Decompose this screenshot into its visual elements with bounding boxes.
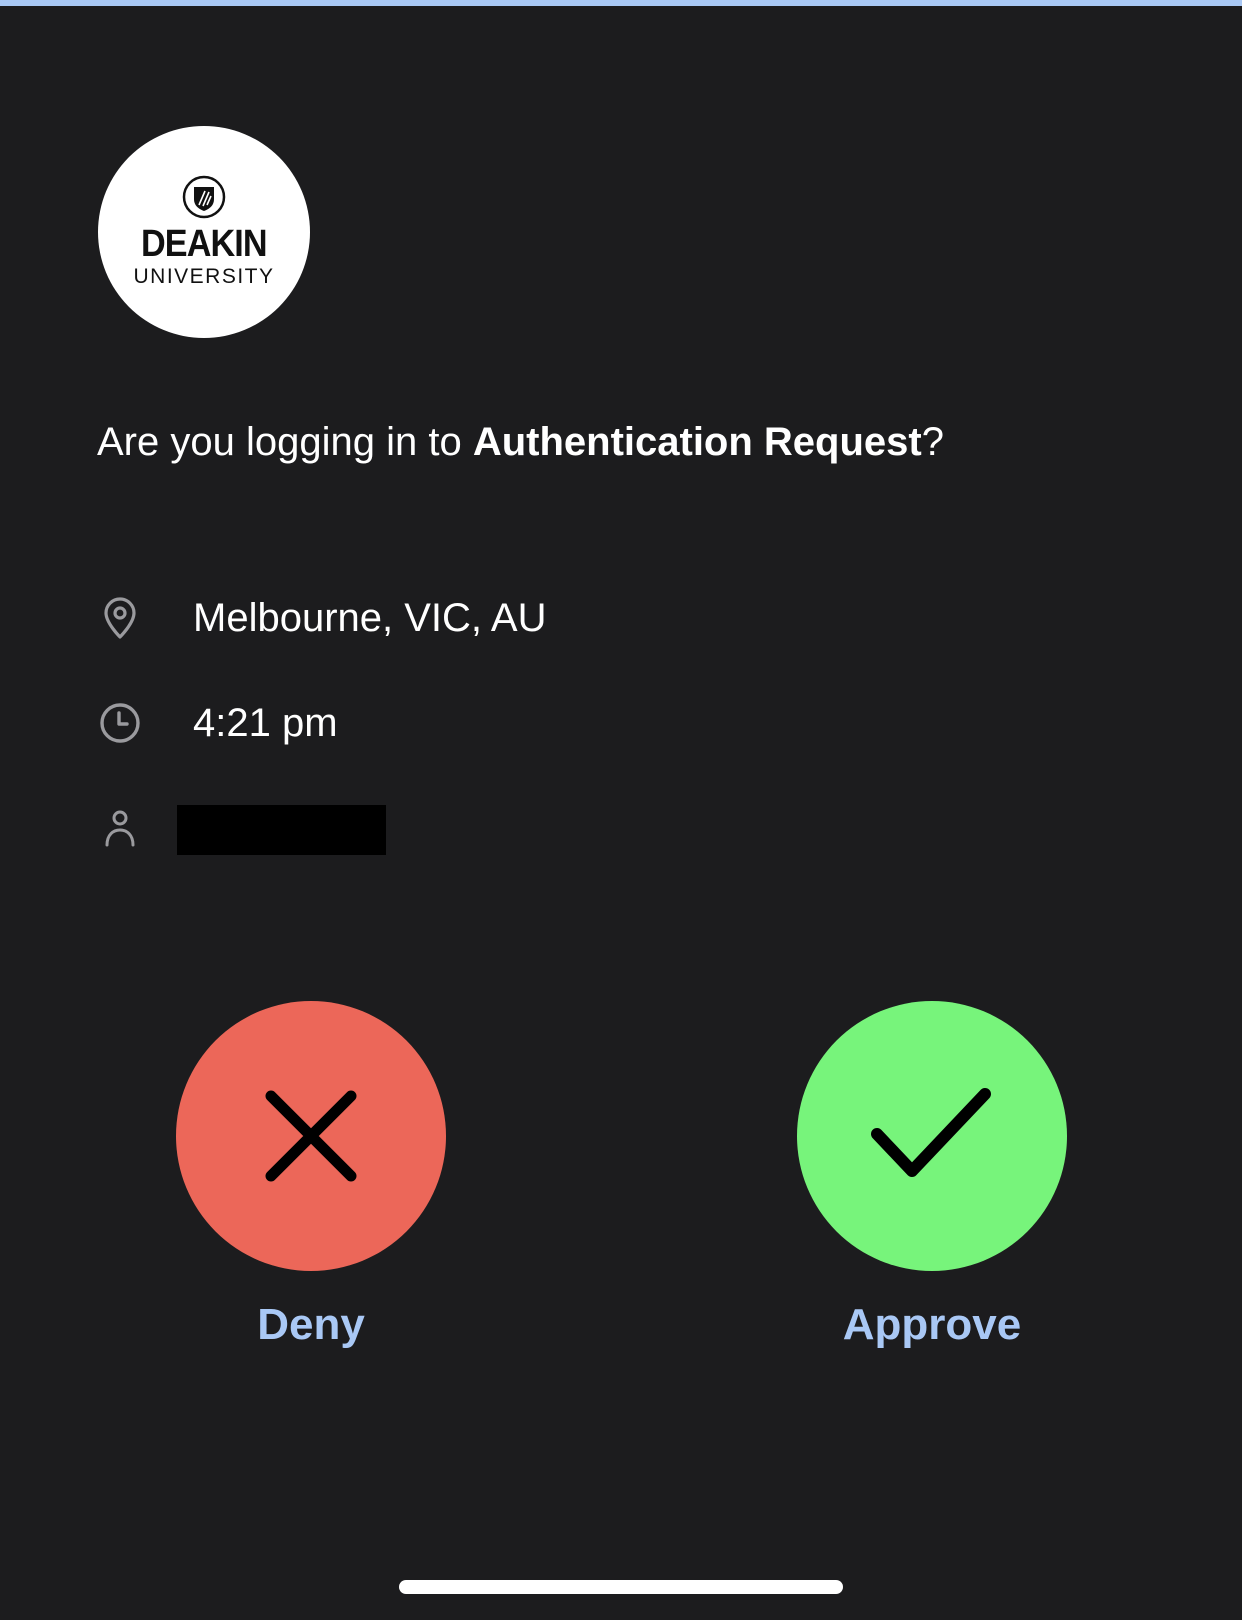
time-row: 4:21 pm [97, 693, 338, 753]
logo-name: DEAKIN [141, 223, 268, 265]
question-suffix: ? [921, 420, 944, 464]
deny-button[interactable]: Deny [176, 1001, 446, 1353]
auth-request-screen: DEAKIN UNIVERSITY Are you logging in to … [0, 0, 1242, 1620]
login-question: Are you logging in to Authentication Req… [97, 412, 944, 472]
time-text: 4:21 pm [193, 700, 338, 745]
approve-circle[interactable] [797, 1001, 1067, 1271]
app-name: Authentication Request [472, 420, 922, 464]
approve-label[interactable]: Approve [843, 1297, 1021, 1353]
top-accent-bar [0, 0, 1242, 6]
approve-button[interactable]: Approve [797, 1001, 1067, 1353]
close-icon [265, 1090, 357, 1182]
location-text: Melbourne, VIC, AU [193, 595, 547, 640]
logo-subtitle: UNIVERSITY [133, 265, 275, 288]
home-indicator[interactable] [399, 1580, 843, 1594]
location-row: Melbourne, VIC, AU [97, 588, 547, 648]
question-prefix: Are you logging in to [97, 420, 473, 464]
deakin-logo: DEAKIN UNIVERSITY [98, 126, 310, 338]
user-row [97, 798, 386, 858]
location-pin-icon [97, 595, 143, 641]
redacted-username [177, 805, 386, 855]
deny-label[interactable]: Deny [257, 1297, 365, 1353]
deny-circle[interactable] [176, 1001, 446, 1271]
clock-icon [97, 700, 143, 746]
person-icon [97, 805, 143, 851]
university-crest-icon [182, 175, 226, 219]
checkmark-icon [871, 1088, 991, 1177]
